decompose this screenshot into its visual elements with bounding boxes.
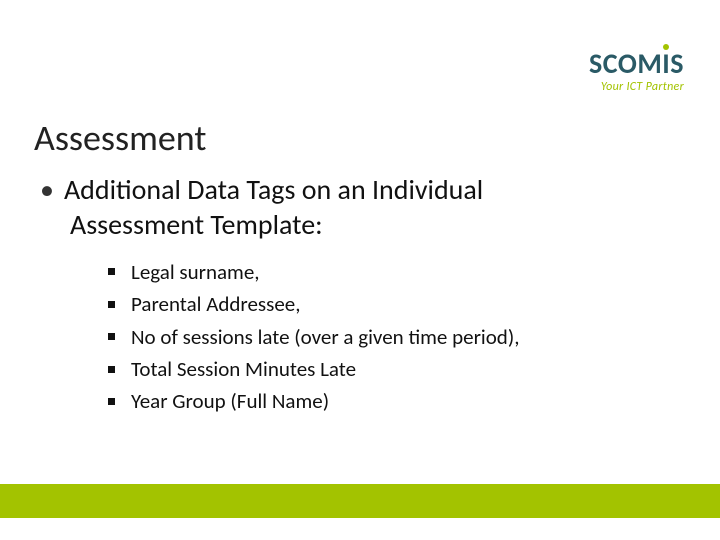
list-item-label: Year Group (Full Name) — [131, 388, 329, 414]
list-item: Total Session Minutes Late — [108, 355, 519, 383]
main-bullet-line2: Assessment Template: — [70, 207, 680, 242]
list-item: No of sessions late (over a given time p… — [108, 323, 519, 351]
bullet-dot-icon: • — [40, 172, 54, 207]
square-bullet-icon — [108, 301, 115, 308]
slide-title: Assessment — [34, 116, 206, 160]
list-item-label: Parental Addressee, — [131, 291, 300, 317]
logo-tagline: Your ICT Partner — [589, 80, 684, 94]
main-bullet: • Additional Data Tags on an Individual A… — [40, 172, 680, 242]
square-bullet-icon — [108, 398, 115, 405]
sub-bullet-list: Legal surname, Parental Addressee, No of… — [108, 258, 519, 420]
main-bullet-line1: Additional Data Tags on an Individual — [64, 172, 483, 207]
square-bullet-icon — [108, 366, 115, 373]
list-item-label: No of sessions late (over a given time p… — [131, 324, 519, 350]
footer-accent-bar — [0, 484, 720, 518]
brand-logo: SCOMIS Your ICT Partner — [589, 50, 684, 94]
square-bullet-icon — [108, 333, 115, 340]
list-item-label: Total Session Minutes Late — [131, 356, 356, 382]
list-item: Parental Addressee, — [108, 290, 519, 318]
square-bullet-icon — [108, 268, 115, 275]
list-item: Year Group (Full Name) — [108, 387, 519, 415]
list-item: Legal surname, — [108, 258, 519, 286]
list-item-label: Legal surname, — [131, 259, 260, 285]
logo-text: SCOMIS — [589, 50, 684, 78]
